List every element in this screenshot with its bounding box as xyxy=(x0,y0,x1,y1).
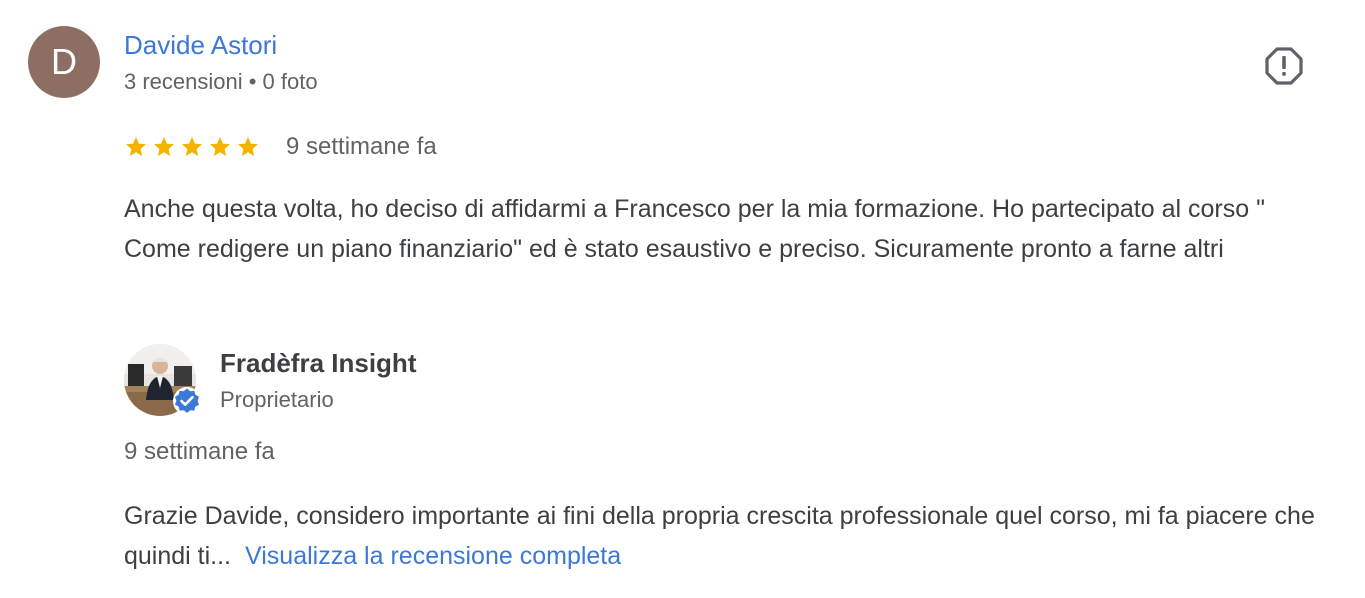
star-rating xyxy=(124,135,260,159)
star-icon xyxy=(126,137,146,156)
star-icon xyxy=(154,137,174,156)
owner-avatar[interactable] xyxy=(124,344,201,416)
verified-check-icon xyxy=(172,386,202,416)
reviewer-meta: 3 recensioni • 0 foto xyxy=(124,69,318,94)
review-date: 9 settimane fa xyxy=(286,133,437,160)
star-icon xyxy=(182,137,202,156)
star-icon xyxy=(238,137,258,156)
reviewer-name-link[interactable]: Davide Astori xyxy=(124,28,277,62)
reviewer-avatar[interactable]: D xyxy=(28,26,100,98)
reply-date: 9 settimane fa xyxy=(124,438,275,465)
review-text: Anche questa volta, ho deciso di affidar… xyxy=(124,195,1265,263)
owner-name: Fradèfra Insight xyxy=(220,348,417,378)
rating-row: 9 settimane fa xyxy=(124,130,437,164)
star-icon xyxy=(210,137,230,156)
review-card: D Davide Astori 3 recensioni • 0 foto 9 … xyxy=(0,0,1365,598)
reply-text-block: Grazie Davide, considero importante ai f… xyxy=(124,497,1334,576)
owner-role: Proprietario xyxy=(220,387,334,412)
avatar-initial: D xyxy=(51,41,77,82)
read-full-review-link[interactable]: Visualizza la recensione completa xyxy=(245,542,621,570)
report-flag-icon[interactable] xyxy=(1264,46,1304,86)
